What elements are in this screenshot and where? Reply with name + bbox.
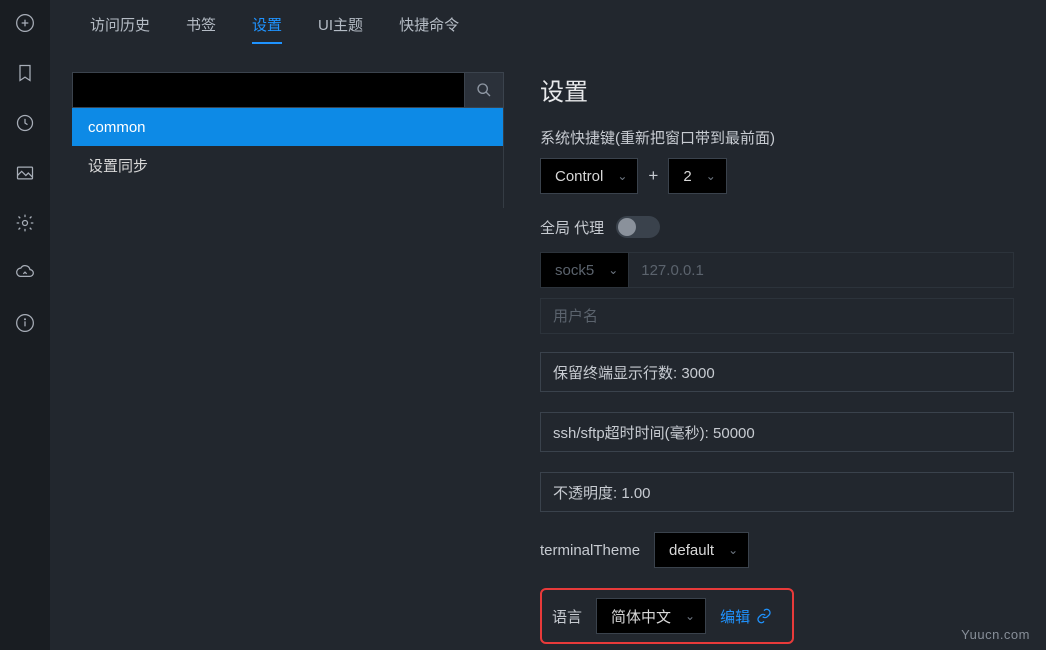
shortcut-key-select[interactable]: 2⌄ (668, 158, 726, 194)
language-highlight-box: 语言 简体中文⌄ 编辑 (540, 588, 794, 644)
terminal-theme-label: terminalTheme (540, 542, 640, 559)
edit-link[interactable]: 编辑 (720, 606, 772, 627)
tab-bookmarks[interactable]: 书签 (168, 0, 234, 48)
global-proxy-toggle[interactable] (616, 216, 660, 238)
shortcut-modifier-select[interactable]: Control⌄ (540, 158, 638, 194)
add-icon[interactable] (14, 12, 36, 34)
top-tabs: 访问历史 书签 设置 UI主题 快捷命令 (50, 0, 1046, 48)
global-proxy-label: 全局 代理 (540, 217, 604, 238)
settings-category-list: common 设置同步 (72, 108, 504, 208)
tab-settings[interactable]: 设置 (234, 0, 300, 48)
link-icon (756, 608, 772, 624)
cloud-sync-icon[interactable] (14, 262, 36, 284)
shortcut-label: 系统快捷键(重新把窗口带到最前面) (540, 127, 1014, 148)
language-select[interactable]: 简体中文⌄ (596, 598, 706, 634)
chevron-down-icon: ⌄ (617, 169, 627, 183)
tab-commands[interactable]: 快捷命令 (381, 0, 477, 48)
timeout-input[interactable]: ssh/sftp超时时间(毫秒): 50000 (540, 412, 1014, 452)
scrollback-input[interactable]: 保留终端显示行数: 3000 (540, 352, 1014, 392)
tab-history[interactable]: 访问历史 (72, 0, 168, 48)
search-button[interactable] (464, 72, 504, 108)
chevron-down-icon: ⌄ (706, 169, 716, 183)
tab-theme[interactable]: UI主题 (300, 0, 381, 48)
info-icon[interactable] (14, 312, 36, 334)
sidebar-item-common[interactable]: common (72, 108, 503, 146)
proxy-user-input (540, 298, 1014, 334)
image-icon[interactable] (14, 162, 36, 184)
opacity-input[interactable]: 不透明度: 1.00 (540, 472, 1014, 512)
sidebar-item-sync[interactable]: 设置同步 (72, 146, 503, 184)
vertical-toolbar (0, 0, 50, 650)
terminal-theme-select[interactable]: default⌄ (654, 532, 749, 568)
search-input[interactable] (72, 72, 464, 108)
watermark: Yuucn.com (961, 627, 1030, 642)
plus-separator: + (648, 166, 658, 186)
history-icon[interactable] (14, 112, 36, 134)
gear-icon[interactable] (14, 212, 36, 234)
proxy-host-input (628, 252, 1014, 288)
chevron-down-icon: ⌄ (608, 263, 618, 277)
chevron-down-icon: ⌄ (685, 609, 695, 623)
chevron-down-icon: ⌄ (728, 543, 738, 557)
bookmark-icon[interactable] (14, 62, 36, 84)
page-title: 设置 (540, 72, 1014, 107)
language-label: 语言 (552, 606, 582, 627)
proxy-protocol-select: sock5⌄ (540, 252, 628, 288)
